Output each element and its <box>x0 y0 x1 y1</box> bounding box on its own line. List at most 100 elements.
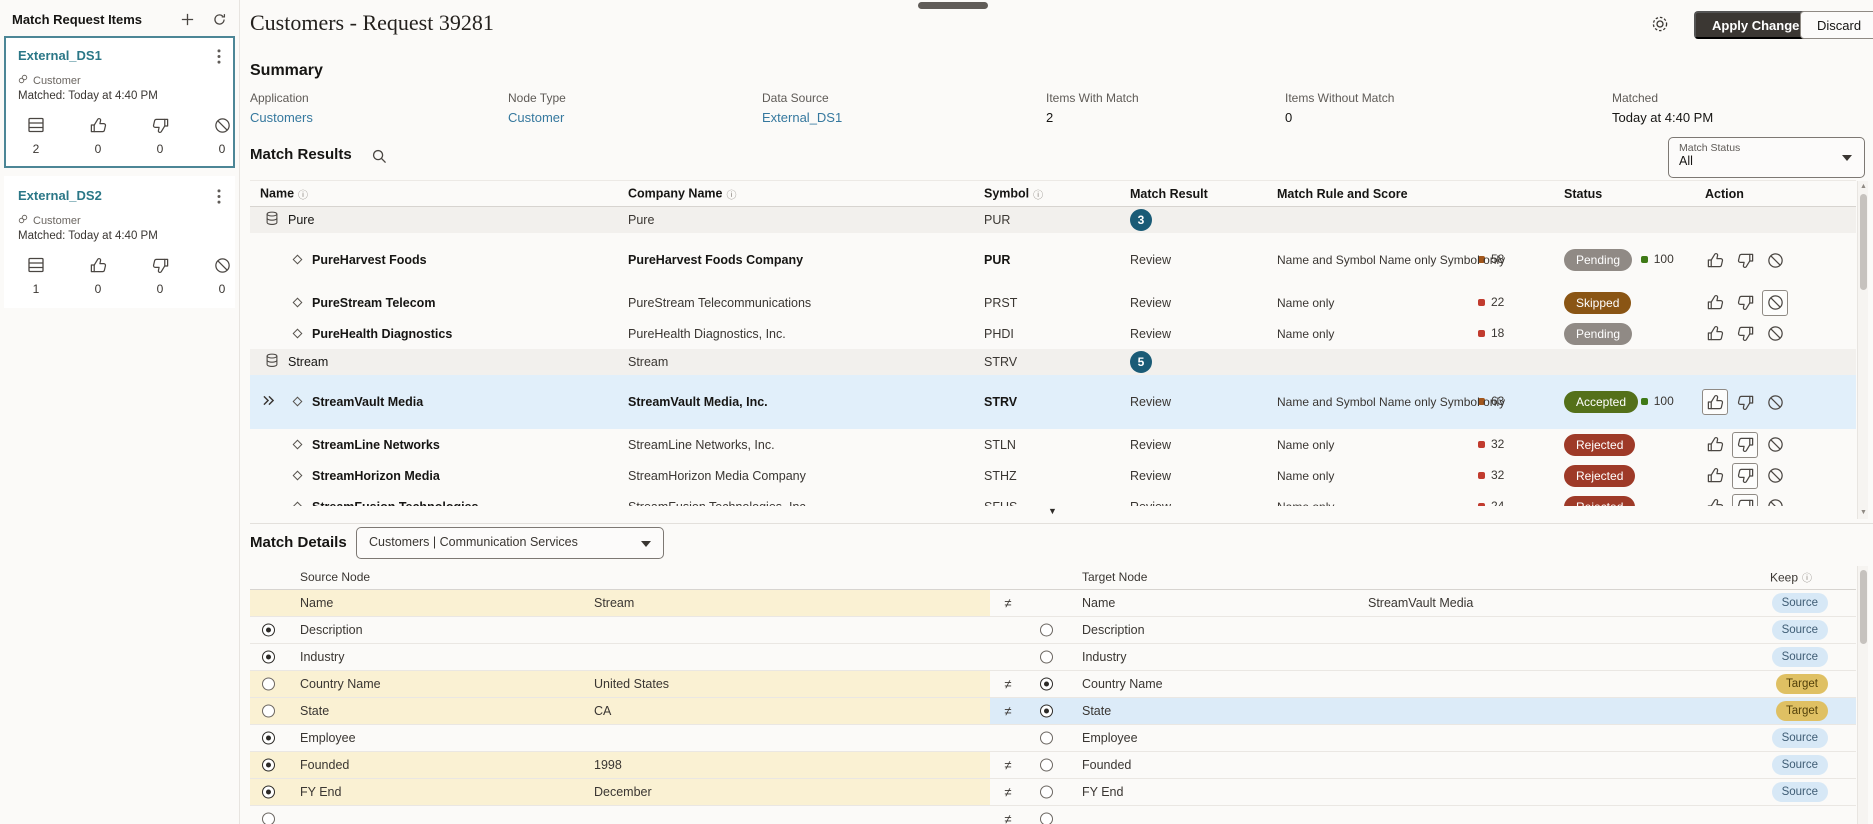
card-title[interactable]: External_DS1 <box>18 48 102 63</box>
match-name[interactable]: StreamFusion Technologies <box>312 500 478 507</box>
match-status-dropdown[interactable]: Match Status All <box>1668 137 1865 178</box>
summary-field-value[interactable]: External_DS1 <box>762 110 842 125</box>
match-details-scroll-thumb[interactable] <box>1860 570 1867 644</box>
target-radio[interactable] <box>1040 623 1053 637</box>
match-result-row[interactable]: StreamVault Media StreamVault Media, Inc… <box>250 375 1856 429</box>
match-detail-row[interactable]: ≠ <box>250 806 1856 824</box>
match-detail-row[interactable]: Country Name United States ≠ Country Nam… <box>250 671 1856 698</box>
target-radio[interactable] <box>1040 677 1053 691</box>
source-radio[interactable] <box>262 785 275 799</box>
match-details-selector[interactable]: Customers | Communication Services <box>356 527 664 559</box>
match-results-scroll-thumb[interactable] <box>1860 194 1867 290</box>
request-item-card[interactable]: External_DS1 Customer Matched: Today at … <box>4 36 235 168</box>
group-row[interactable]: Stream Stream STRV 5 <box>250 349 1856 375</box>
match-name[interactable]: StreamHorizon Media <box>312 469 440 483</box>
thumb-down-icon[interactable] <box>1732 462 1758 489</box>
thumb-up-icon[interactable] <box>1702 494 1728 506</box>
kebab-menu-icon[interactable] <box>217 49 221 67</box>
settings-icon[interactable] <box>1650 14 1672 36</box>
target-attribute: State <box>1082 704 1112 718</box>
match-details-scrollbar[interactable] <box>1857 566 1868 824</box>
block-icon[interactable] <box>1762 289 1788 316</box>
summary-field-value[interactable]: Customer <box>508 110 566 125</box>
thumb-down-icon[interactable] <box>1732 389 1758 415</box>
block-icon[interactable] <box>1762 321 1788 347</box>
column-header[interactable]: Status <box>1564 187 1602 201</box>
match-result-row[interactable]: StreamLine Networks StreamLine Networks,… <box>250 429 1856 460</box>
refresh-icon[interactable] <box>211 11 227 27</box>
request-item-card[interactable]: External_DS2 Customer Matched: Today at … <box>4 176 235 308</box>
match-name[interactable]: PureStream Telecom <box>312 296 435 310</box>
search-icon[interactable] <box>371 148 389 166</box>
source-radio[interactable] <box>262 623 275 637</box>
target-radio[interactable] <box>1040 785 1053 799</box>
match-detail-row[interactable]: State CA ≠ State Target <box>250 698 1856 725</box>
block-icon[interactable] <box>1762 247 1788 273</box>
match-name[interactable]: StreamLine Networks <box>312 438 440 452</box>
match-result: Review <box>1130 395 1171 409</box>
column-header[interactable]: Company Name ⓘ <box>628 186 736 202</box>
target-radio[interactable] <box>1040 812 1053 824</box>
column-header[interactable]: Symbol ⓘ <box>984 186 1043 202</box>
column-header[interactable]: Action <box>1705 187 1744 201</box>
block-icon[interactable] <box>1762 389 1788 415</box>
card-title[interactable]: External_DS2 <box>18 188 102 203</box>
target-radio[interactable] <box>1040 704 1053 718</box>
source-radio[interactable] <box>262 704 275 718</box>
add-icon[interactable] <box>179 11 195 27</box>
match-result-row[interactable]: PureStream Telecom PureStream Telecommun… <box>250 287 1856 318</box>
source-radio[interactable] <box>262 677 275 691</box>
block-icon[interactable] <box>1762 463 1788 489</box>
thumb-up-icon[interactable] <box>1702 463 1728 489</box>
match-result-row[interactable]: StreamHorizon Media StreamHorizon Media … <box>250 460 1856 491</box>
thumb-down-icon[interactable] <box>1732 431 1758 458</box>
block-icon[interactable] <box>1762 494 1788 506</box>
group-node-icon <box>264 211 280 230</box>
thumb-up-icon[interactable] <box>1702 321 1728 347</box>
node-diamond-icon <box>292 439 303 449</box>
thumb-up-icon[interactable] <box>1702 247 1728 273</box>
scroll-down-icon[interactable]: ▼ <box>1048 506 1057 516</box>
match-result-row[interactable]: StreamFusion Technologies StreamFusion T… <box>250 491 1856 506</box>
column-header[interactable]: Match Rule and Score <box>1277 187 1408 201</box>
match-name[interactable]: StreamVault Media <box>312 395 423 409</box>
column-header[interactable]: Match Result <box>1130 187 1208 201</box>
discard-button[interactable]: Discard <box>1800 11 1873 39</box>
scroll-up-arrow[interactable]: ▲ <box>1858 182 1869 192</box>
source-radio[interactable] <box>262 650 275 664</box>
source-radio[interactable] <box>262 812 275 824</box>
match-name[interactable]: PureHealth Diagnostics <box>312 327 452 341</box>
match-result-row[interactable]: PureHarvest Foods PureHarvest Foods Comp… <box>250 233 1856 287</box>
match-result-row[interactable]: PureHealth Diagnostics PureHealth Diagno… <box>250 318 1856 349</box>
thumb-down-icon[interactable] <box>1732 321 1758 347</box>
scroll-down-arrow[interactable]: ▼ <box>1858 508 1869 518</box>
thumb-down-icon[interactable] <box>1732 493 1758 506</box>
source-radio[interactable] <box>262 731 275 745</box>
summary-field-value[interactable]: Customers <box>250 110 313 125</box>
thumb-down-icon[interactable] <box>1732 290 1758 316</box>
match-detail-row[interactable]: Founded 1998 ≠ Founded Source <box>250 752 1856 779</box>
match-results-scrollbar[interactable]: ▲ ▼ <box>1857 181 1868 519</box>
target-radio[interactable] <box>1040 758 1053 772</box>
source-cell-bg <box>250 644 990 670</box>
thumb-up-icon[interactable] <box>1702 432 1728 458</box>
target-radio[interactable] <box>1040 731 1053 745</box>
thumb-up-icon[interactable] <box>1702 290 1728 316</box>
match-detail-row[interactable]: Name Stream ≠ Name StreamVault Media Sou… <box>250 590 1856 617</box>
match-detail-row[interactable]: FY End December ≠ FY End Source <box>250 779 1856 806</box>
thumb-down-icon[interactable] <box>1732 247 1758 273</box>
block-icon[interactable] <box>1762 432 1788 458</box>
target-radio[interactable] <box>1040 650 1053 664</box>
source-radio[interactable] <box>262 758 275 772</box>
column-header[interactable]: Name ⓘ <box>260 186 308 202</box>
match-detail-row[interactable]: Employee Employee Source <box>250 725 1856 752</box>
thumb-up-icon[interactable] <box>1702 389 1728 415</box>
match-detail-row[interactable]: Description Description Source <box>250 617 1856 644</box>
summary-field-label: Data Source <box>762 91 829 105</box>
drag-handle[interactable] <box>918 2 988 9</box>
group-row[interactable]: Pure Pure PUR 3 <box>250 207 1856 233</box>
match-detail-row[interactable]: Industry Industry Source <box>250 644 1856 671</box>
match-name[interactable]: PureHarvest Foods <box>312 253 427 267</box>
summary-field: Items Without Match 0 <box>1285 91 1394 125</box>
kebab-menu-icon[interactable] <box>217 189 221 207</box>
